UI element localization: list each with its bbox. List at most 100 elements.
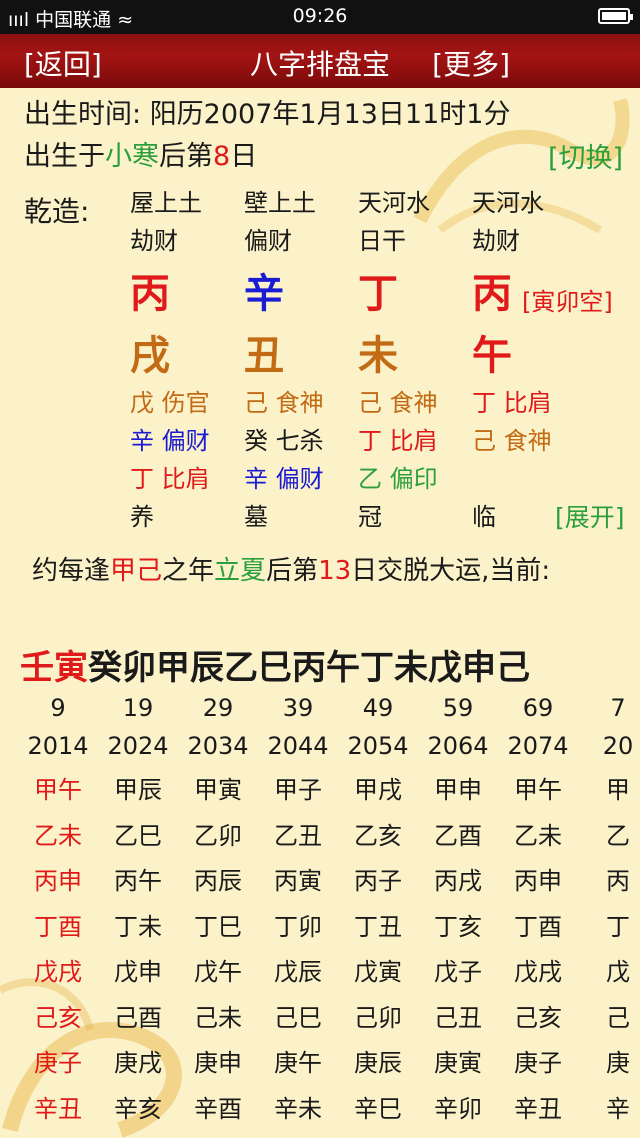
liunian-cell: 丁酉 <box>514 912 562 941</box>
liunian-cell: 丙寅 <box>274 867 322 895</box>
dayun-sequence: 壬寅癸卯甲辰乙巳丙午丁未戊申己 <box>20 640 530 689</box>
hidden-stem: 己 食神 <box>244 389 324 417</box>
liunian-cell: 己未 <box>194 1003 242 1032</box>
liunian-cell: 丁 <box>606 912 630 941</box>
liunian-cell: 乙巳 <box>114 821 162 850</box>
heavenly-stem: 辛 <box>244 271 284 317</box>
liunian-cell: 己酉 <box>114 1003 162 1032</box>
dayun-year: 2054 <box>347 732 409 760</box>
liunian-cell: 戊寅 <box>354 958 402 986</box>
heavenly-stem: 丙 <box>130 271 170 317</box>
liunian-cell: 戊 <box>606 958 630 986</box>
kongwang-label: [寅卯空] <box>522 288 613 316</box>
liunian-cell: 丁未 <box>114 912 162 941</box>
liunian-cell: 丁丑 <box>354 912 402 941</box>
heavenly-stem: 丙 <box>472 271 512 317</box>
liunian-cell: 戊午 <box>194 958 242 986</box>
page-title: 八字排盘宝 <box>249 48 390 81</box>
clock: 09:26 <box>292 5 348 27</box>
life-phase-label: 冠 <box>358 503 382 531</box>
ten-god-label: 劫财 <box>472 227 520 255</box>
liunian-cell: 戊戌 <box>34 958 82 986</box>
liunian-cell: 丁亥 <box>434 912 482 941</box>
nayin-label: 屋上土 <box>130 189 202 217</box>
dayun-year: 2024 <box>107 732 169 760</box>
heavenly-stem: 丁 <box>358 271 398 317</box>
status-bar: ıııl 中国联通 ≈ 09:26 <box>0 0 640 34</box>
dayun-year: 2064 <box>427 732 489 760</box>
liunian-cell: 辛未 <box>274 1094 322 1123</box>
qianzao-label: 乾造: <box>24 195 90 228</box>
title-bar: [返回] 八字排盘宝 [更多] <box>0 34 640 88</box>
earthly-branch: 丑 <box>244 333 284 379</box>
battery-icon <box>598 8 633 24</box>
dayun-current[interactable]: 壬寅 <box>20 648 88 688</box>
hidden-stem: 丁 比肩 <box>130 465 210 493</box>
liunian-cell: 丙申 <box>514 867 562 895</box>
hidden-stem: 乙 偏印 <box>358 465 438 493</box>
expand-button[interactable]: [展开] <box>555 498 625 534</box>
liunian-cell: 己卯 <box>354 1003 402 1032</box>
liunian-cell: 乙未 <box>34 821 82 850</box>
solar-term-suffix: 日 <box>230 141 258 172</box>
liunian-cell: 己亥 <box>34 1003 82 1032</box>
dayun-year: 2014 <box>27 732 89 760</box>
hidden-stem: 丁 比肩 <box>472 389 552 417</box>
liunian-cell: 戊申 <box>114 958 162 986</box>
solar-term-info: 出生于小寒后第8日 <box>24 134 257 173</box>
nayin-label: 天河水 <box>472 189 544 217</box>
hidden-stem: 己 食神 <box>358 389 438 417</box>
liunian-cell: 甲辰 <box>114 776 162 804</box>
solar-term-name: 小寒 <box>105 141 159 172</box>
dayun-info-part: 后第 <box>266 556 319 586</box>
ten-god-label: 日干 <box>358 227 406 255</box>
birth-time-label: 出生时间: <box>24 99 150 130</box>
liunian-cell: 丙辰 <box>194 867 242 895</box>
liunian-cell: 戊子 <box>434 958 482 986</box>
liunian-cell: 辛丑 <box>34 1094 82 1123</box>
liunian-cell: 己丑 <box>434 1003 482 1032</box>
liunian-cell: 辛亥 <box>114 1094 162 1123</box>
life-phase-label: 养 <box>130 503 154 531</box>
liunian-cell: 辛巳 <box>354 1094 402 1123</box>
dayun-year: 2074 <box>507 732 569 760</box>
liunian-cell: 乙酉 <box>434 821 482 850</box>
dayun-info-part: 日交脱大运,当前: <box>351 556 551 586</box>
dayun-rest: 癸卯甲辰乙巳丙午丁未戊申己 <box>88 648 530 688</box>
more-button[interactable]: [更多] <box>432 43 510 83</box>
switch-button[interactable]: [切换] <box>548 136 623 175</box>
liunian-cell: 戊辰 <box>274 958 322 986</box>
liunian-cell: 甲戌 <box>354 776 402 804</box>
hidden-stem: 戊 伤官 <box>130 389 210 417</box>
liunian-cell: 辛 <box>606 1094 630 1123</box>
hidden-stem: 己 食神 <box>472 427 552 455</box>
life-phase-label: 墓 <box>244 503 268 531</box>
liunian-cell: 庚子 <box>34 1049 82 1077</box>
liunian-cell: 庚辰 <box>354 1049 402 1077</box>
dayun-age: 49 <box>362 694 394 722</box>
dayun-info: 约每逢甲己之年立夏后第13日交脱大运,当前: <box>32 550 550 587</box>
hidden-stem: 丁 比肩 <box>358 427 438 455</box>
dayun-age: 19 <box>122 694 154 722</box>
dayun-info-term: 立夏 <box>214 556 267 586</box>
liunian-cell: 己巳 <box>274 1003 322 1032</box>
liunian-cell: 乙亥 <box>354 821 402 850</box>
dayun-age: 7 <box>610 694 626 722</box>
liunian-cell: 丁卯 <box>274 912 322 941</box>
liunian-cell: 丙戌 <box>434 867 482 895</box>
earthly-branch: 戌 <box>130 333 170 379</box>
ten-god-label: 偏财 <box>244 227 292 255</box>
dayun-info-part: 约每逢 <box>32 556 111 586</box>
liunian-cell: 乙未 <box>514 821 562 850</box>
hidden-stem: 辛 偏财 <box>130 427 210 455</box>
liunian-cell: 丙 <box>606 867 630 895</box>
liunian-cell: 乙 <box>606 821 630 850</box>
dayun-age: 29 <box>202 694 234 722</box>
liunian-cell: 甲申 <box>434 776 482 804</box>
liunian-cell: 丁巳 <box>194 912 242 941</box>
dayun-age: 9 <box>50 694 66 722</box>
ten-god-label: 劫财 <box>130 227 178 255</box>
liunian-cell: 甲 <box>606 776 630 804</box>
dayun-year: 2034 <box>187 732 249 760</box>
liunian-cell: 庚戌 <box>114 1049 162 1077</box>
